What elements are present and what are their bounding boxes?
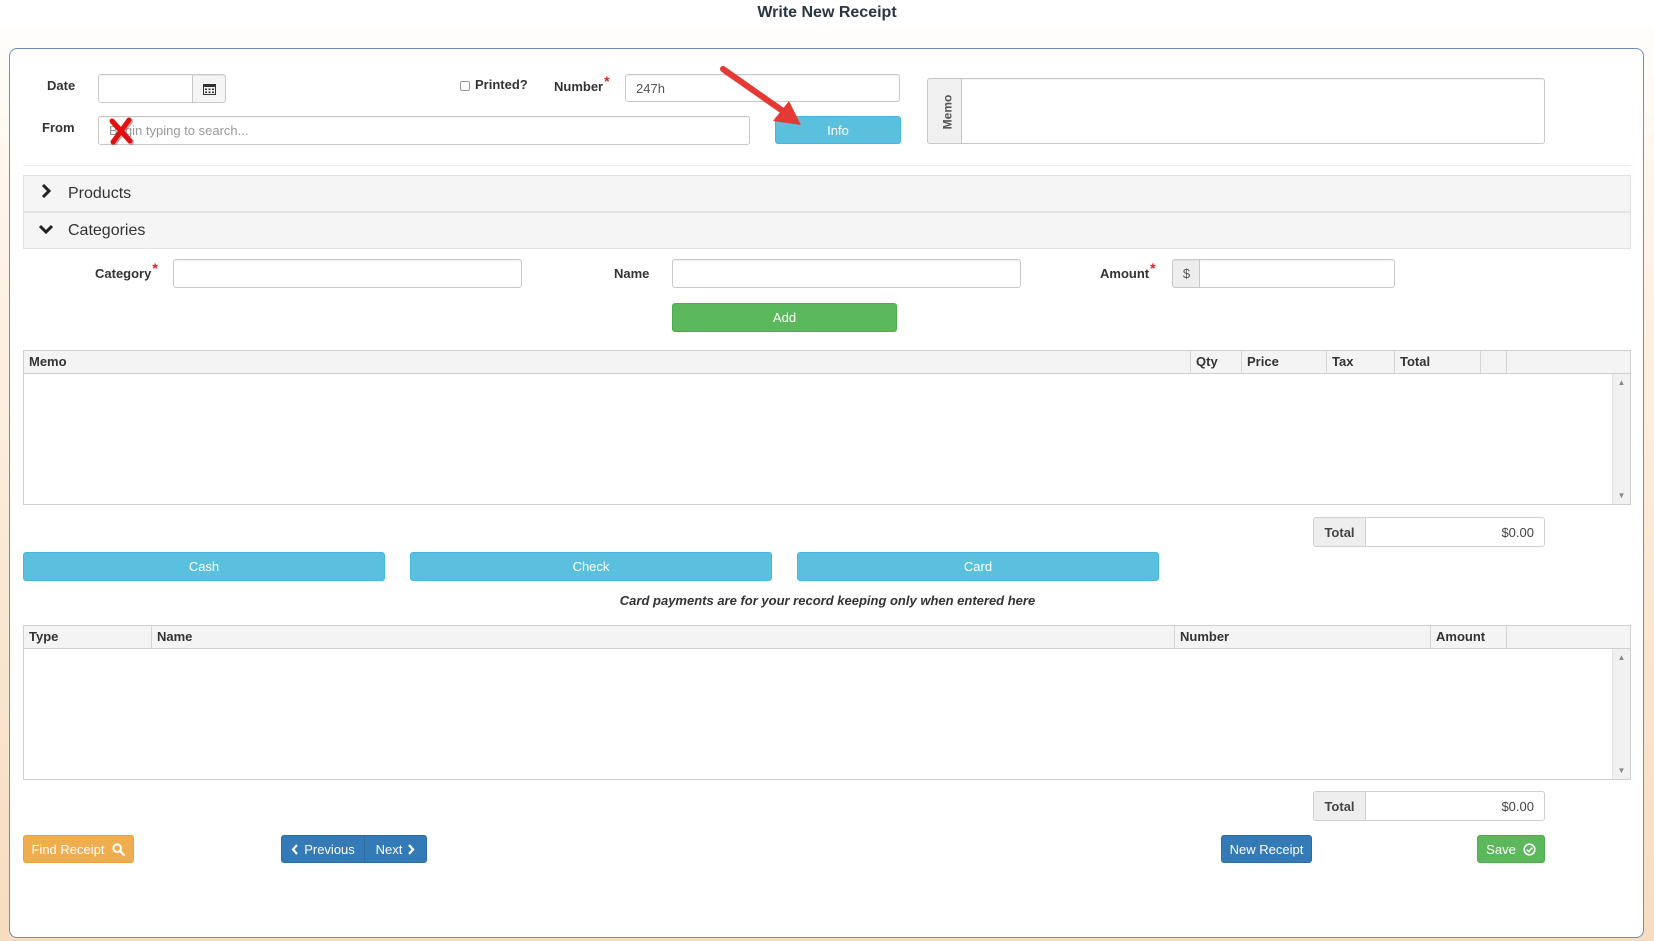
- new-receipt-button[interactable]: New Receipt: [1221, 835, 1312, 863]
- required-marker: *: [604, 73, 610, 89]
- memo-textarea[interactable]: [961, 78, 1545, 144]
- payments-grid: Type Name Number Amount ▲ ▼: [23, 625, 1631, 780]
- column-header-price[interactable]: Price: [1242, 351, 1327, 373]
- items-grid-header: Memo Qty Price Tax Total: [24, 351, 1630, 374]
- memo-label: Memo: [940, 94, 955, 130]
- items-grid: Memo Qty Price Tax Total ▲ ▼: [23, 350, 1631, 505]
- scroll-down-icon[interactable]: ▼: [1613, 491, 1630, 500]
- amount-label: Amount*: [1100, 260, 1156, 281]
- column-header-memo[interactable]: Memo: [24, 351, 1191, 373]
- column-header-number[interactable]: Number: [1175, 626, 1431, 648]
- search-icon: [112, 842, 126, 856]
- card-note: Card payments are for your record keepin…: [619, 593, 1036, 608]
- printed-checkbox[interactable]: [460, 81, 470, 91]
- products-section-title: Products: [68, 184, 132, 202]
- calendar-button[interactable]: [192, 74, 226, 103]
- products-section-toggle[interactable]: Products: [23, 175, 1631, 212]
- items-grid-scrollbar[interactable]: ▲ ▼: [1612, 374, 1630, 504]
- chevron-right-icon: [24, 183, 68, 203]
- chevron-right-icon: [408, 843, 415, 855]
- card-button[interactable]: Card: [797, 552, 1159, 581]
- header-divider: [23, 165, 1631, 166]
- previous-button[interactable]: Previous: [281, 835, 365, 863]
- payments-grid-scrollbar[interactable]: ▲ ▼: [1612, 649, 1630, 779]
- number-label: Number*: [554, 73, 610, 94]
- amount-input[interactable]: [1199, 259, 1395, 288]
- name-label: Name: [614, 266, 650, 281]
- category-label: Category*: [95, 260, 158, 281]
- find-receipt-button[interactable]: Find Receipt: [23, 835, 134, 863]
- check-button[interactable]: Check: [410, 552, 772, 581]
- name-input[interactable]: [672, 259, 1021, 288]
- from-search-input[interactable]: Begin typing to search...: [98, 116, 750, 145]
- save-button[interactable]: Save: [1477, 835, 1545, 863]
- category-input[interactable]: [173, 259, 522, 288]
- x-mark-icon: [109, 117, 134, 145]
- receipt-panel: Date Printed? Number* 247h From Begin ty…: [9, 48, 1644, 938]
- save-label: Save: [1486, 841, 1516, 857]
- date-input[interactable]: [98, 74, 194, 103]
- items-total: Total $0.00: [1313, 517, 1545, 547]
- column-header-total[interactable]: Total: [1395, 351, 1481, 373]
- next-button[interactable]: Next: [364, 835, 427, 863]
- payments-grid-header: Type Name Number Amount: [24, 626, 1630, 649]
- scroll-up-icon[interactable]: ▲: [1613, 378, 1630, 387]
- chevron-left-icon: [291, 843, 299, 855]
- currency-addon: $: [1172, 259, 1201, 288]
- next-label: Next: [375, 841, 403, 857]
- required-marker: *: [152, 260, 158, 276]
- memo-label-box: Memo: [927, 78, 963, 144]
- column-header-amount[interactable]: Amount: [1431, 626, 1507, 648]
- add-button[interactable]: Add: [672, 303, 897, 332]
- items-total-value: $0.00: [1501, 524, 1534, 540]
- page-title: Write New Receipt: [0, 0, 1654, 26]
- required-marker: *: [1150, 260, 1156, 276]
- scroll-up-icon[interactable]: ▲: [1613, 653, 1630, 662]
- categories-section-toggle[interactable]: Categories: [23, 212, 1631, 249]
- date-label: Date: [47, 78, 76, 93]
- items-total-label: Total: [1314, 518, 1366, 546]
- check-circle-icon: [1523, 842, 1536, 856]
- chevron-down-icon: [24, 222, 68, 240]
- payments-total-label: Total: [1314, 792, 1366, 820]
- payments-total: Total $0.00: [1313, 791, 1545, 821]
- payments-total-value: $0.00: [1501, 798, 1534, 814]
- find-receipt-label: Find Receipt: [31, 841, 105, 857]
- from-label: From: [42, 120, 75, 135]
- column-header-qty[interactable]: Qty: [1191, 351, 1242, 373]
- scroll-down-icon[interactable]: ▼: [1613, 766, 1630, 775]
- column-header-action: [1481, 351, 1507, 373]
- column-header-name[interactable]: Name: [152, 626, 1175, 648]
- printed-label: Printed?: [475, 77, 528, 92]
- column-header-type[interactable]: Type: [24, 626, 152, 648]
- previous-label: Previous: [304, 841, 355, 857]
- calendar-icon: [202, 83, 216, 95]
- categories-section-title: Categories: [68, 221, 146, 239]
- cash-button[interactable]: Cash: [23, 552, 385, 581]
- arrow-icon: [720, 66, 801, 125]
- column-header-tax[interactable]: Tax: [1327, 351, 1395, 373]
